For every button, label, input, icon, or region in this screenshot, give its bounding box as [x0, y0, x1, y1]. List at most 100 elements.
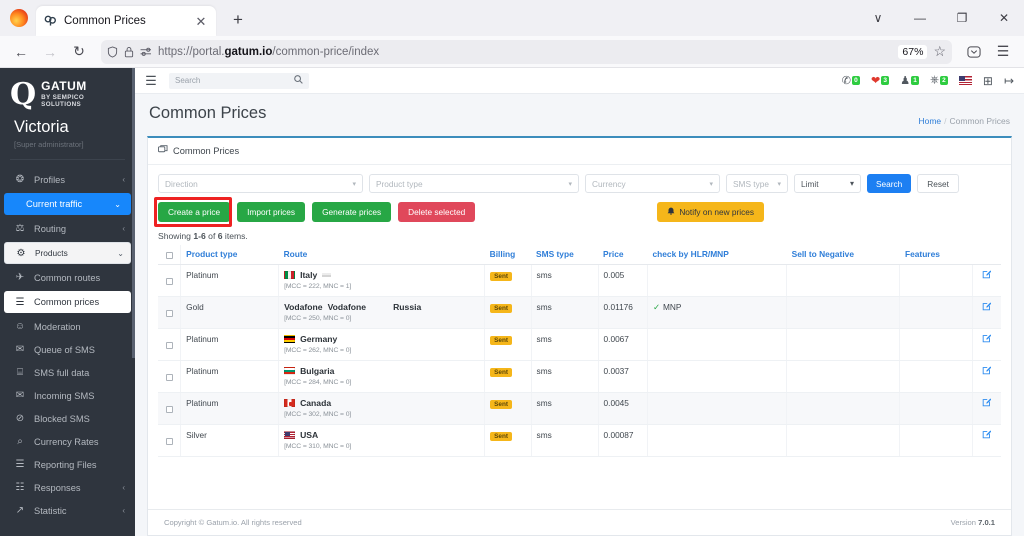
action-toolbar: Create a price Import prices Generate pr…	[148, 197, 1011, 227]
sms-type-select[interactable]: SMS type ▾	[726, 174, 788, 193]
reset-button[interactable]: Reset	[917, 174, 959, 193]
edit-icon[interactable]	[982, 398, 992, 409]
edit-icon[interactable]	[982, 430, 992, 441]
zoom-level-indicator[interactable]: 67%	[898, 44, 928, 59]
cell-actions[interactable]	[972, 328, 1001, 361]
chat-badge[interactable]: ✆ 0	[842, 74, 860, 87]
pocket-icon[interactable]	[961, 39, 987, 65]
row-checkbox[interactable]	[165, 405, 173, 413]
url-bar[interactable]: https://portal.gatum.io/common-price/ind…	[101, 39, 952, 64]
header-product-type[interactable]: Product type	[180, 245, 279, 265]
notify-on-new-prices-button[interactable]: Notify on new prices	[657, 202, 765, 222]
header-price[interactable]: Price	[598, 245, 648, 265]
logout-icon[interactable]: ↦	[1004, 74, 1014, 88]
row-select-cell[interactable]	[158, 328, 182, 361]
users-badge[interactable]: ♟ 1	[900, 74, 920, 87]
cell-actions[interactable]	[972, 392, 1001, 425]
back-button[interactable]: ←	[8, 39, 34, 65]
grid-icon[interactable]: ⊞	[983, 74, 993, 88]
sidebar-scrollbar[interactable]	[132, 68, 135, 359]
sidebar-item-current-traffic[interactable]: Current traffic ⌄	[4, 193, 131, 216]
search-input[interactable]: Search	[169, 72, 309, 89]
tab-list-chevron-icon[interactable]: ∨	[858, 4, 898, 32]
permissions-icon[interactable]	[140, 47, 152, 57]
reload-button[interactable]: ↻	[66, 39, 92, 65]
sidebar-item-responses[interactable]: ☷ Responses ‹	[0, 476, 135, 499]
activity-badge[interactable]: ⎈ 2	[930, 74, 948, 87]
search-button[interactable]: Search	[867, 174, 912, 193]
edit-icon[interactable]	[982, 366, 992, 377]
sidebar-item-blocked-sms[interactable]: ⊘ Blocked SMS	[0, 407, 135, 430]
forward-button[interactable]: →	[37, 39, 63, 65]
row-checkbox[interactable]	[165, 373, 173, 381]
sidebar-item-common-prices[interactable]: ☰ Common prices	[4, 291, 131, 314]
search-icon[interactable]	[294, 75, 303, 86]
new-tab-button[interactable]: +	[228, 10, 248, 30]
table-row[interactable]: Platinum Italy [MCC = 222, MNC = 1] Sent sms…	[158, 264, 1001, 297]
table-row[interactable]: Silver USA [MCC = 310, MNC = 0] Sent sms 0.00…	[158, 424, 1001, 457]
sidebar-item-profiles[interactable]: ❂ Profiles ‹	[0, 168, 135, 191]
tab-close-icon[interactable]: ✕	[194, 15, 208, 28]
sidebar-item-reporting-files[interactable]: ☰ Reporting Files	[0, 453, 135, 476]
flag-us-icon[interactable]	[958, 76, 972, 85]
cell-actions[interactable]	[972, 360, 1001, 393]
table-row[interactable]: Platinum Bulgaria [MCC = 284, MNC = 0] Sent…	[158, 360, 1001, 393]
header-features[interactable]: Features	[899, 245, 973, 265]
lock-icon[interactable]	[124, 46, 134, 58]
row-checkbox[interactable]	[165, 341, 173, 349]
breadcrumb-home-link[interactable]: Home	[918, 116, 941, 126]
table-row[interactable]: Platinum Canada [MCC = 302, MNC = 0] Sent sm…	[158, 392, 1001, 425]
row-checkbox[interactable]	[165, 277, 173, 285]
delete-selected-button[interactable]: Delete selected	[398, 202, 476, 222]
browser-tab[interactable]: Common Prices ✕	[36, 6, 216, 36]
row-select-cell[interactable]	[158, 296, 182, 329]
select-all-header[interactable]	[158, 245, 182, 265]
row-checkbox[interactable]	[165, 437, 173, 445]
row-select-cell[interactable]	[158, 264, 182, 297]
sidebar-item-products[interactable]: ⚙ Products ⌄	[4, 242, 131, 265]
maximize-button[interactable]: ❐	[942, 4, 982, 32]
header-sell-negative[interactable]: Sell to Negative	[786, 245, 900, 265]
sidebar-item-incoming-sms[interactable]: ✉ Incoming SMS	[0, 384, 135, 407]
browser-menu-button[interactable]: ☰	[990, 39, 1016, 65]
cell-sms-type: sms	[531, 328, 599, 361]
close-window-button[interactable]: ✕	[984, 4, 1024, 32]
cell-actions[interactable]	[972, 424, 1001, 457]
minimize-button[interactable]: —	[900, 4, 940, 32]
header-sms-type[interactable]: SMS type	[531, 245, 599, 265]
edit-icon[interactable]	[982, 334, 992, 345]
row-select-cell[interactable]	[158, 392, 182, 425]
edit-icon[interactable]	[982, 302, 992, 313]
main-content: ☰ Search ✆ 0 ❤ 3 ♟ 1 ⎈ 2 ⊞ ↦ Common Prices Home / C…	[135, 68, 1024, 536]
product-type-select[interactable]: Product type ▾	[369, 174, 579, 193]
sidebar-item-queue-of-sms[interactable]: ✉ Queue of SMS	[0, 338, 135, 361]
sidebar-item-moderation[interactable]: ☺ Moderation	[0, 315, 135, 338]
sidebar-item-common-routes[interactable]: ✈ Common routes	[0, 266, 135, 289]
sidebar-item-sms-full-data[interactable]: ⌸ SMS full data	[0, 361, 135, 384]
select-all-checkbox[interactable]	[165, 251, 173, 259]
header-billing[interactable]: Billing	[484, 245, 532, 265]
edit-icon[interactable]	[982, 270, 992, 281]
cell-actions[interactable]	[972, 296, 1001, 329]
sidebar-item-routing[interactable]: ⚖ Routing ‹	[0, 217, 135, 240]
currency-select[interactable]: Currency ▾	[585, 174, 720, 193]
sidebar-toggle-icon[interactable]: ☰	[143, 73, 159, 89]
table-row[interactable]: Gold Vodafone Vodafone Russia [MCC = 250, MN…	[158, 296, 1001, 329]
header-route[interactable]: Route	[278, 245, 485, 265]
sidebar-item-currency-rates[interactable]: ⌕ Currency Rates	[0, 430, 135, 453]
header-check-hlr-mnp[interactable]: check by HLR/MNP	[647, 245, 787, 265]
create-price-button[interactable]: Create a price	[158, 202, 231, 222]
alert-badge[interactable]: ❤ 3	[871, 74, 890, 87]
row-checkbox[interactable]	[165, 309, 173, 317]
row-select-cell[interactable]	[158, 424, 182, 457]
row-select-cell[interactable]	[158, 360, 182, 393]
direction-select[interactable]: Direction ▾	[158, 174, 363, 193]
table-row[interactable]: Platinum Germany [MCC = 262, MNC = 0] Sent s…	[158, 328, 1001, 361]
generate-prices-button[interactable]: Generate prices	[312, 202, 392, 222]
bookmark-star-icon[interactable]: ☆	[933, 43, 946, 60]
sidebar-item-statistic[interactable]: ↗ Statistic ‹	[0, 499, 135, 522]
limit-select[interactable]: Limit ▾	[794, 174, 861, 193]
cell-actions[interactable]	[972, 264, 1001, 297]
shield-icon[interactable]	[107, 45, 118, 58]
import-prices-button[interactable]: Import prices	[237, 202, 306, 222]
